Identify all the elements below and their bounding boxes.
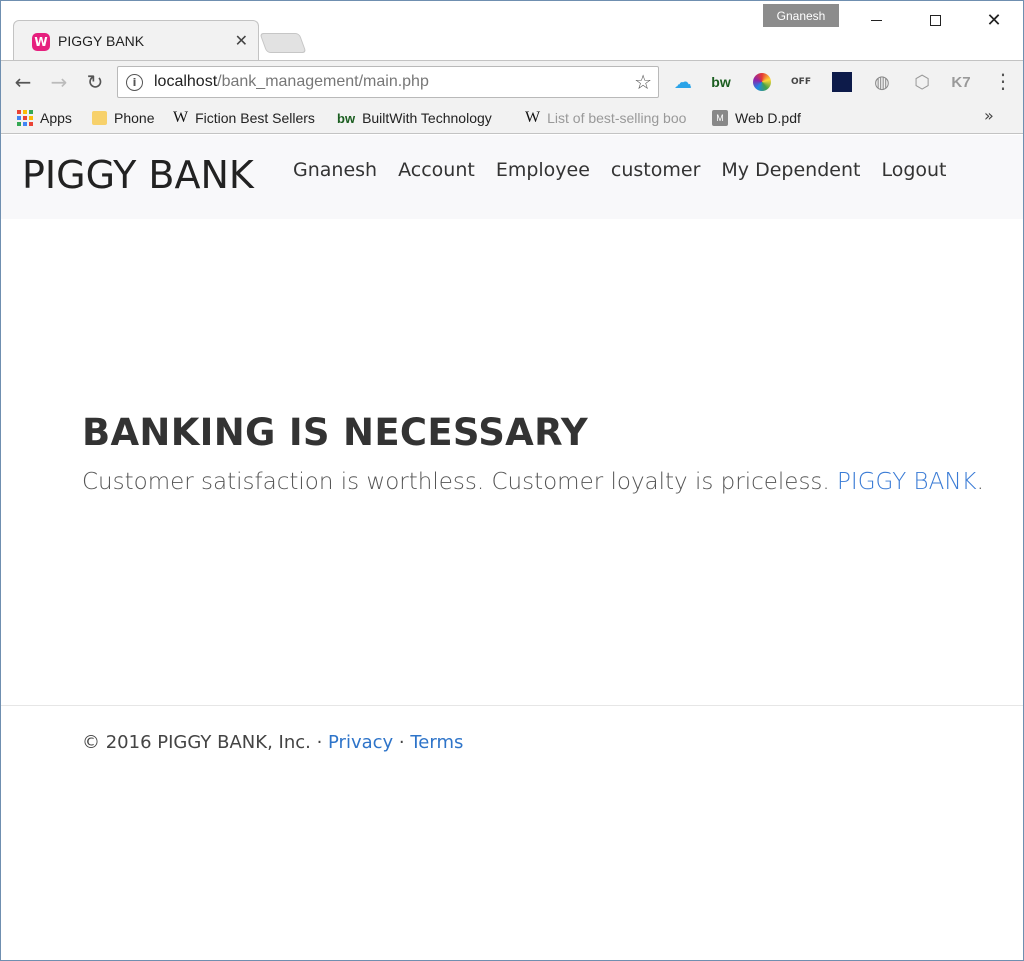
maximize-button[interactable]	[920, 7, 950, 33]
title-bar: W PIGGY BANK ✕ Gnanesh ✕	[1, 1, 1023, 61]
nav-link-gnanesh[interactable]: Gnanesh	[293, 159, 377, 181]
url-path: /bank_management/main.php	[217, 73, 429, 90]
bookmark-label: BuiltWith Technology	[362, 110, 492, 126]
cloud-extension-icon[interactable]: ☁	[673, 72, 693, 93]
footer-copyright: © 2016 PIGGY BANK, Inc. ·	[82, 732, 329, 753]
close-icon: ✕	[986, 9, 1002, 31]
site-navbar: PIGGY BANK Gnanesh Account Employee cust…	[1, 135, 1023, 219]
color-wheel-extension-icon[interactable]	[753, 73, 771, 91]
menu-dots-icon[interactable]: ⋮	[993, 71, 1013, 91]
cube-extension-icon[interactable]: ⬡	[912, 72, 932, 93]
terms-link[interactable]: Terms	[410, 732, 463, 753]
bookmark-fiction-best-sellers[interactable]: W Fiction Best Sellers	[173, 108, 315, 128]
bookmark-label: Apps	[40, 110, 72, 126]
nav-link-logout[interactable]: Logout	[881, 159, 946, 181]
tab-close-icon[interactable]: ✕	[235, 31, 248, 50]
address-bar[interactable]: i localhost/bank_management/main.php ☆	[117, 66, 659, 98]
bookmark-label: Web D.pdf	[735, 110, 801, 126]
hero-title: BANKING IS NECESSARY	[82, 411, 588, 454]
site-brand[interactable]: PIGGY BANK	[22, 153, 254, 197]
privacy-link[interactable]: Privacy	[328, 732, 393, 753]
pdf-icon: M	[712, 110, 728, 126]
bookmark-label: List of best-selling boo	[547, 110, 687, 126]
footer-separator: ·	[393, 732, 411, 753]
more-bookmarks-icon[interactable]: »	[984, 106, 994, 125]
close-window-button[interactable]: ✕	[979, 7, 1009, 33]
dark-extension-icon[interactable]	[832, 72, 852, 92]
bookmark-phone[interactable]: Phone	[92, 108, 154, 128]
browser-toolbar: ← → ↻ i localhost/bank_management/main.p…	[1, 60, 1023, 102]
forward-arrow-icon[interactable]: →	[47, 70, 71, 94]
reload-icon[interactable]: ↻	[83, 70, 107, 94]
bookmarks-bar: Apps Phone W Fiction Best Sellers bw Bui…	[1, 102, 1023, 134]
apps-grid-icon	[17, 110, 33, 126]
bookmark-apps[interactable]: Apps	[17, 108, 72, 128]
minimize-button[interactable]	[861, 7, 891, 33]
globe-extension-icon[interactable]: ◍	[872, 72, 892, 93]
nav-link-my-dependent[interactable]: My Dependent	[721, 159, 860, 181]
k7-extension-icon[interactable]: K7	[951, 72, 971, 92]
browser-tab[interactable]: W PIGGY BANK ✕	[13, 20, 259, 60]
profile-badge[interactable]: Gnanesh	[763, 4, 839, 27]
minimize-icon	[870, 19, 882, 21]
back-arrow-icon[interactable]: ←	[11, 70, 35, 94]
bookmark-label: Phone	[114, 110, 155, 126]
builtwith-extension-icon[interactable]: bw	[711, 72, 731, 92]
nav-links: Gnanesh Account Employee customer My Dep…	[293, 159, 947, 181]
hero-subtitle-end: .	[976, 469, 984, 495]
url-host: localhost	[154, 73, 218, 90]
bookmark-star-icon[interactable]: ☆	[634, 70, 652, 94]
hero-subtitle-text: Customer satisfaction is worthless. Cust…	[82, 469, 838, 495]
hero-subtitle: Customer satisfaction is worthless. Cust…	[82, 469, 984, 495]
nav-link-account[interactable]: Account	[398, 159, 475, 181]
nav-link-customer[interactable]: customer	[611, 159, 700, 181]
hero-brand-link[interactable]: PIGGY BANK	[837, 469, 977, 495]
off-extension-icon[interactable]: OFF	[791, 72, 811, 92]
wamp-favicon-icon: W	[32, 33, 50, 51]
footer-divider	[1, 705, 1023, 706]
bookmark-best-selling-books[interactable]: W List of best-selling boo	[525, 108, 686, 128]
tab-title: PIGGY BANK	[58, 33, 145, 49]
bookmark-label: Fiction Best Sellers	[195, 110, 315, 126]
bookmark-web-d-pdf[interactable]: M Web D.pdf	[712, 108, 801, 128]
bookmark-builtwith[interactable]: bw BuiltWith Technology	[337, 108, 492, 128]
builtwith-icon: bw	[337, 110, 356, 126]
wikipedia-icon: W	[525, 109, 541, 126]
new-tab-button[interactable]	[259, 33, 307, 53]
info-icon[interactable]: i	[126, 74, 143, 91]
wikipedia-icon: W	[173, 109, 189, 126]
folder-icon	[92, 111, 107, 125]
browser-window: W PIGGY BANK ✕ Gnanesh ✕ ← → ↻ i localho…	[0, 0, 1024, 961]
site-footer: © 2016 PIGGY BANK, Inc. · Privacy · Term…	[82, 732, 463, 753]
maximize-icon	[929, 14, 941, 26]
url-text[interactable]: localhost/bank_management/main.php	[154, 73, 429, 91]
page-content: PIGGY BANK Gnanesh Account Employee cust…	[1, 135, 1023, 960]
nav-link-employee[interactable]: Employee	[496, 159, 590, 181]
